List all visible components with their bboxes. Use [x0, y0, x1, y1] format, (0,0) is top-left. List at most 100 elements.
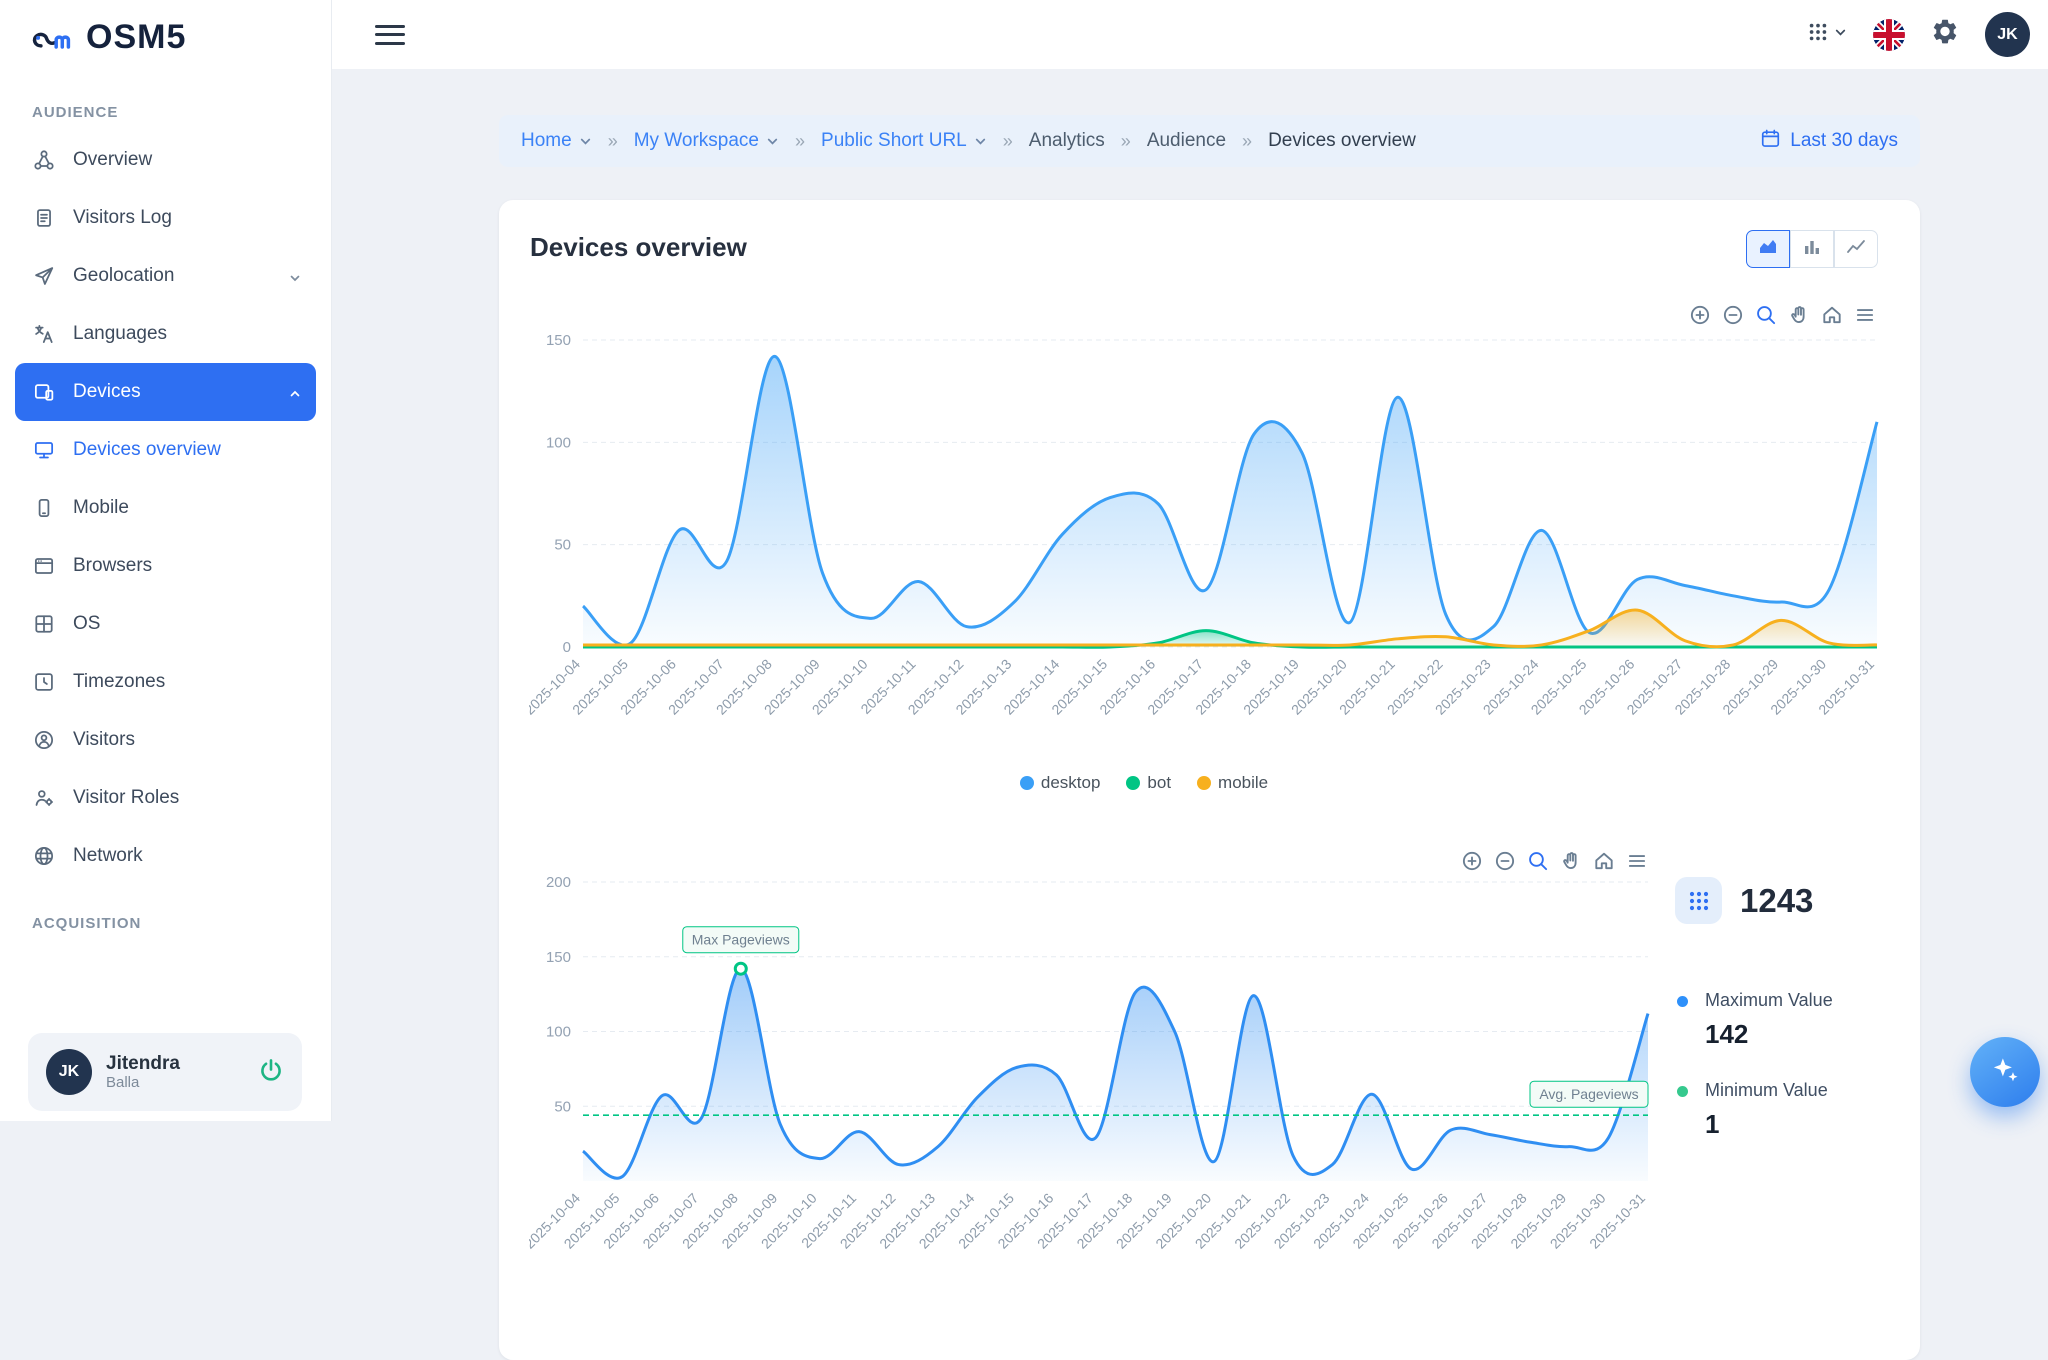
svg-text:Avg. Pageviews: Avg. Pageviews	[1539, 1086, 1638, 1102]
chevron-down-icon	[288, 269, 302, 283]
sidebar-item-timezones[interactable]: Timezones	[15, 653, 316, 711]
sidebar-item-label: Timezones	[73, 671, 165, 693]
chart-legend: desktop bot mobile	[499, 773, 1789, 793]
share-nodes-icon	[32, 148, 56, 172]
brand-logo[interactable]: OSM5	[0, 0, 331, 74]
sidebar-item-label: Browsers	[73, 555, 152, 577]
area-chart-toggle[interactable]	[1746, 230, 1790, 268]
breadcrumb-current: Devices overview	[1268, 130, 1416, 152]
grid-icon	[32, 612, 56, 636]
translate-icon	[32, 322, 56, 346]
breadcrumb-separator: »	[1121, 131, 1131, 152]
breadcrumb-separator: »	[1003, 131, 1013, 152]
breadcrumb-short-url[interactable]: Public Short URL	[821, 130, 987, 152]
breadcrumb-analytics[interactable]: Analytics	[1029, 130, 1105, 152]
svg-text:100: 100	[546, 434, 571, 451]
sparkle-icon	[1988, 1053, 2022, 1092]
main-content: Home » My Workspace » Public Short URL »…	[332, 69, 2048, 1121]
sidebar-item-devices-overview[interactable]: Devices overview	[15, 421, 316, 479]
sidebar-item-languages[interactable]: Languages	[15, 305, 316, 363]
sidebar-item-visitor-roles[interactable]: Visitor Roles	[15, 769, 316, 827]
date-range-picker[interactable]: Last 30 days	[1760, 128, 1898, 155]
sidebar-item-label: Geolocation	[73, 265, 174, 287]
bar-chart-toggle[interactable]	[1790, 230, 1834, 268]
section-acquisition: ACQUISITION	[32, 915, 331, 932]
area-chart-icon	[1757, 237, 1779, 262]
sidebar-item-network[interactable]: Network	[15, 827, 316, 885]
uk-flag-icon[interactable]	[1873, 19, 1905, 51]
devices-area-chart[interactable]: 0501001502025-10-042025-10-052025-10-062…	[529, 320, 1919, 790]
sidebar-item-visitors-log[interactable]: Visitors Log	[15, 189, 316, 247]
clock-icon	[32, 670, 56, 694]
minimum-value-stat: Minimum Value 1	[1675, 1080, 1828, 1140]
ai-assistant-button[interactable]	[1970, 1037, 2040, 1107]
user-gear-icon	[32, 786, 56, 810]
legend-item-desktop[interactable]: desktop	[1020, 773, 1101, 793]
sidebar: OSM5 AUDIENCE Overview Visitors Log Geol…	[0, 0, 332, 1121]
breadcrumb-home[interactable]: Home	[521, 130, 592, 152]
svg-text:200: 200	[546, 874, 571, 891]
legend-dot-icon	[1126, 776, 1140, 790]
chevron-down-icon	[1834, 26, 1847, 44]
user-circle-icon	[32, 728, 56, 752]
breadcrumb-workspace[interactable]: My Workspace	[634, 130, 779, 152]
svg-text:150: 150	[546, 949, 571, 966]
power-icon[interactable]	[258, 1057, 284, 1088]
blue-dot-icon	[1677, 996, 1688, 1007]
sidebar-item-os[interactable]: OS	[15, 595, 316, 653]
devices-overview-card: Devices overview	[499, 200, 1920, 1360]
legend-item-mobile[interactable]: mobile	[1197, 773, 1268, 793]
breadcrumb-audience[interactable]: Audience	[1147, 130, 1226, 152]
user-name: Jitendra	[106, 1053, 244, 1075]
sidebar-item-label: Devices	[73, 381, 141, 403]
apps-grid-icon	[1807, 21, 1829, 48]
green-dot-icon	[1677, 1086, 1688, 1097]
apps-menu-button[interactable]	[1807, 21, 1847, 48]
line-chart-toggle[interactable]	[1834, 230, 1878, 268]
svg-text:150: 150	[546, 332, 571, 349]
sidebar-item-mobile[interactable]: Mobile	[15, 479, 316, 537]
svg-text:100: 100	[546, 1024, 571, 1041]
sidebar-item-label: OS	[73, 613, 100, 635]
svg-text:0: 0	[563, 639, 571, 656]
sidebar-item-label: Network	[73, 845, 143, 867]
section-audience: AUDIENCE	[32, 104, 331, 121]
line-chart-icon	[1845, 237, 1867, 262]
page-title: Devices overview	[530, 232, 747, 263]
svg-text:50: 50	[554, 1098, 571, 1115]
sidebar-item-label: Visitor Roles	[73, 787, 179, 809]
send-icon	[32, 264, 56, 288]
topbar: JK	[332, 0, 2048, 69]
breadcrumb-separator: »	[608, 131, 618, 152]
chart-type-toggle-group	[1746, 230, 1878, 268]
avatar[interactable]: JK	[1985, 12, 2030, 57]
sidebar-item-browsers[interactable]: Browsers	[15, 537, 316, 595]
file-icon	[32, 206, 56, 230]
pageviews-area-chart[interactable]: 501001502002025-10-042025-10-052025-10-0…	[529, 868, 1689, 1338]
breadcrumb-separator: »	[1242, 131, 1252, 152]
sidebar-toggle-button[interactable]	[375, 19, 405, 50]
sidebar-item-label: Languages	[73, 323, 167, 345]
legend-dot-icon	[1020, 776, 1034, 790]
user-card[interactable]: JK Jitendra Balla	[28, 1033, 302, 1111]
brand-name: OSM5	[86, 18, 186, 57]
devices-icon	[32, 380, 56, 404]
sidebar-nav: Overview Visitors Log Geolocation Langua…	[0, 131, 331, 885]
sidebar-item-devices[interactable]: Devices	[15, 363, 316, 421]
monitor-icon	[32, 438, 56, 462]
breadcrumb: Home » My Workspace » Public Short URL »…	[499, 115, 1920, 167]
legend-item-bot[interactable]: bot	[1126, 773, 1171, 793]
sidebar-item-overview[interactable]: Overview	[15, 131, 316, 189]
maximum-value-stat: Maximum Value 142	[1675, 990, 1833, 1050]
sidebar-item-label: Devices overview	[73, 439, 221, 461]
breadcrumb-separator: »	[795, 131, 805, 152]
total-pageviews-value: 1243	[1740, 882, 1813, 920]
sidebar-item-visitors[interactable]: Visitors	[15, 711, 316, 769]
sidebar-item-geolocation[interactable]: Geolocation	[15, 247, 316, 305]
gear-icon[interactable]	[1931, 18, 1959, 51]
user-surname: Balla	[106, 1074, 244, 1091]
sidebar-item-label: Mobile	[73, 497, 129, 519]
grid-dots-icon	[1675, 877, 1722, 924]
bar-chart-icon	[1801, 237, 1823, 262]
globe-icon	[32, 844, 56, 868]
